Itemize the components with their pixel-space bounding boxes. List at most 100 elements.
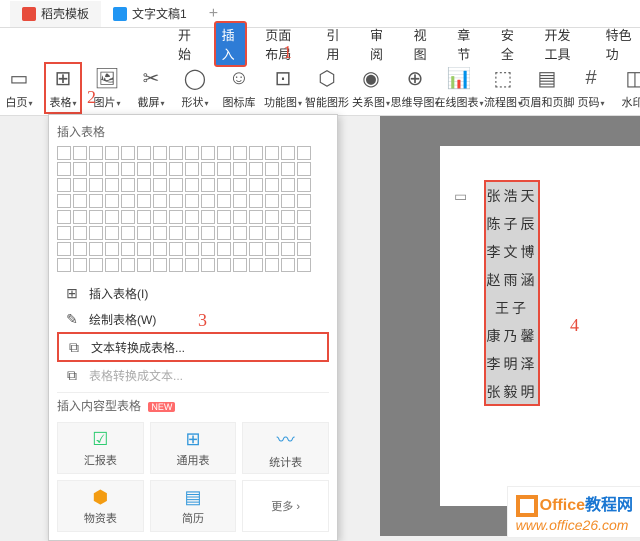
grid-cell[interactable]	[89, 178, 103, 192]
name-cell[interactable]: 康乃馨	[486, 322, 538, 350]
ribbon-tab-security[interactable]: 安全	[493, 21, 527, 67]
name-cell[interactable]: 赵雨涵	[486, 266, 538, 294]
grid-cell[interactable]	[281, 242, 295, 256]
grid-cell[interactable]	[201, 178, 215, 192]
grid-cell[interactable]	[57, 146, 71, 160]
grid-cell[interactable]	[185, 258, 199, 272]
grid-cell[interactable]	[73, 162, 87, 176]
name-cell[interactable]: 李文博	[486, 238, 538, 266]
grid-cell[interactable]	[137, 162, 151, 176]
grid-cell[interactable]	[249, 258, 263, 272]
grid-cell[interactable]	[217, 178, 231, 192]
grid-cell[interactable]	[73, 242, 87, 256]
grid-cell[interactable]	[121, 258, 135, 272]
document-page[interactable]: ▭ 张浩天 陈子辰 李文博 赵雨涵 王子 康乃馨 李明泽 张毅明	[440, 146, 640, 506]
grid-cell[interactable]	[265, 146, 279, 160]
name-cell[interactable]: 王子	[486, 294, 538, 322]
text-to-table-item[interactable]: ⧉ 文本转换成表格...	[57, 332, 329, 362]
grid-cell[interactable]	[201, 210, 215, 224]
grid-cell[interactable]	[105, 178, 119, 192]
grid-cell[interactable]	[121, 210, 135, 224]
grid-cell[interactable]	[153, 178, 167, 192]
grid-cell[interactable]	[137, 242, 151, 256]
page-number-button[interactable]: # 页码▾	[572, 64, 610, 112]
grid-cell[interactable]	[89, 194, 103, 208]
ribbon-tab-start[interactable]: 开始	[170, 21, 204, 67]
grid-cell[interactable]	[73, 210, 87, 224]
selected-text-column[interactable]: 张浩天 陈子辰 李文博 赵雨涵 王子 康乃馨 李明泽 张毅明	[484, 180, 540, 406]
template-resume[interactable]: ▤ 简历	[150, 480, 237, 532]
grid-cell[interactable]	[281, 162, 295, 176]
grid-cell[interactable]	[217, 146, 231, 160]
grid-cell[interactable]	[201, 242, 215, 256]
grid-cell[interactable]	[217, 258, 231, 272]
grid-cell[interactable]	[201, 146, 215, 160]
grid-cell[interactable]	[57, 258, 71, 272]
grid-cell[interactable]	[297, 242, 311, 256]
grid-cell[interactable]	[121, 194, 135, 208]
ribbon-tab-insert[interactable]: 插入	[214, 21, 248, 67]
grid-cell[interactable]	[185, 242, 199, 256]
grid-cell[interactable]	[265, 178, 279, 192]
ribbon-tab-review[interactable]: 审阅	[362, 21, 396, 67]
name-cell[interactable]: 张毅明	[486, 378, 538, 404]
grid-cell[interactable]	[265, 242, 279, 256]
grid-cell[interactable]	[201, 194, 215, 208]
grid-cell[interactable]	[169, 226, 183, 240]
insert-table-item[interactable]: ⊞ 插入表格(I)	[57, 280, 329, 306]
grid-cell[interactable]	[153, 242, 167, 256]
grid-cell[interactable]	[233, 194, 247, 208]
table-size-grid[interactable]	[57, 146, 329, 272]
grid-cell[interactable]	[233, 210, 247, 224]
grid-cell[interactable]	[153, 226, 167, 240]
grid-cell[interactable]	[105, 210, 119, 224]
grid-cell[interactable]	[73, 146, 87, 160]
grid-cell[interactable]	[89, 242, 103, 256]
ribbon-tab-feature[interactable]: 特色功	[598, 21, 640, 67]
grid-cell[interactable]	[297, 226, 311, 240]
grid-cell[interactable]	[89, 162, 103, 176]
template-stats[interactable]: 〰 统计表	[242, 422, 329, 474]
grid-cell[interactable]	[57, 194, 71, 208]
icon-lib-button[interactable]: ☺ 图标库	[220, 64, 258, 112]
tab-add-button[interactable]: +	[199, 5, 228, 23]
relation-button[interactable]: ◉ 关系图▾	[352, 64, 390, 112]
grid-cell[interactable]	[153, 210, 167, 224]
grid-cell[interactable]	[297, 210, 311, 224]
grid-cell[interactable]	[185, 194, 199, 208]
grid-cell[interactable]	[185, 210, 199, 224]
name-cell[interactable]: 李明泽	[486, 350, 538, 378]
grid-cell[interactable]	[233, 242, 247, 256]
grid-cell[interactable]	[105, 242, 119, 256]
grid-cell[interactable]	[73, 258, 87, 272]
grid-cell[interactable]	[233, 258, 247, 272]
grid-cell[interactable]	[137, 146, 151, 160]
grid-cell[interactable]	[89, 210, 103, 224]
mindmap-button[interactable]: ⊕ 思维导图▾	[396, 64, 434, 112]
grid-cell[interactable]	[89, 146, 103, 160]
grid-cell[interactable]	[137, 210, 151, 224]
ribbon-tab-reference[interactable]: 引用	[318, 21, 352, 67]
grid-cell[interactable]	[249, 210, 263, 224]
draw-table-item[interactable]: ✎ 绘制表格(W)	[57, 306, 329, 332]
grid-cell[interactable]	[281, 194, 295, 208]
grid-cell[interactable]	[185, 146, 199, 160]
grid-cell[interactable]	[57, 210, 71, 224]
grid-cell[interactable]	[233, 178, 247, 192]
grid-cell[interactable]	[105, 162, 119, 176]
grid-cell[interactable]	[233, 162, 247, 176]
grid-cell[interactable]	[137, 178, 151, 192]
grid-cell[interactable]	[185, 178, 199, 192]
grid-cell[interactable]	[201, 162, 215, 176]
function-button[interactable]: ⊡ 功能图▾	[264, 64, 302, 112]
grid-cell[interactable]	[249, 226, 263, 240]
ribbon-tab-chapter[interactable]: 章节	[449, 21, 483, 67]
grid-cell[interactable]	[153, 162, 167, 176]
grid-cell[interactable]	[217, 162, 231, 176]
header-footer-button[interactable]: ▤ 页眉和页脚	[528, 64, 566, 112]
grid-cell[interactable]	[137, 226, 151, 240]
grid-cell[interactable]	[233, 146, 247, 160]
grid-cell[interactable]	[297, 194, 311, 208]
grid-cell[interactable]	[121, 242, 135, 256]
grid-cell[interactable]	[281, 258, 295, 272]
